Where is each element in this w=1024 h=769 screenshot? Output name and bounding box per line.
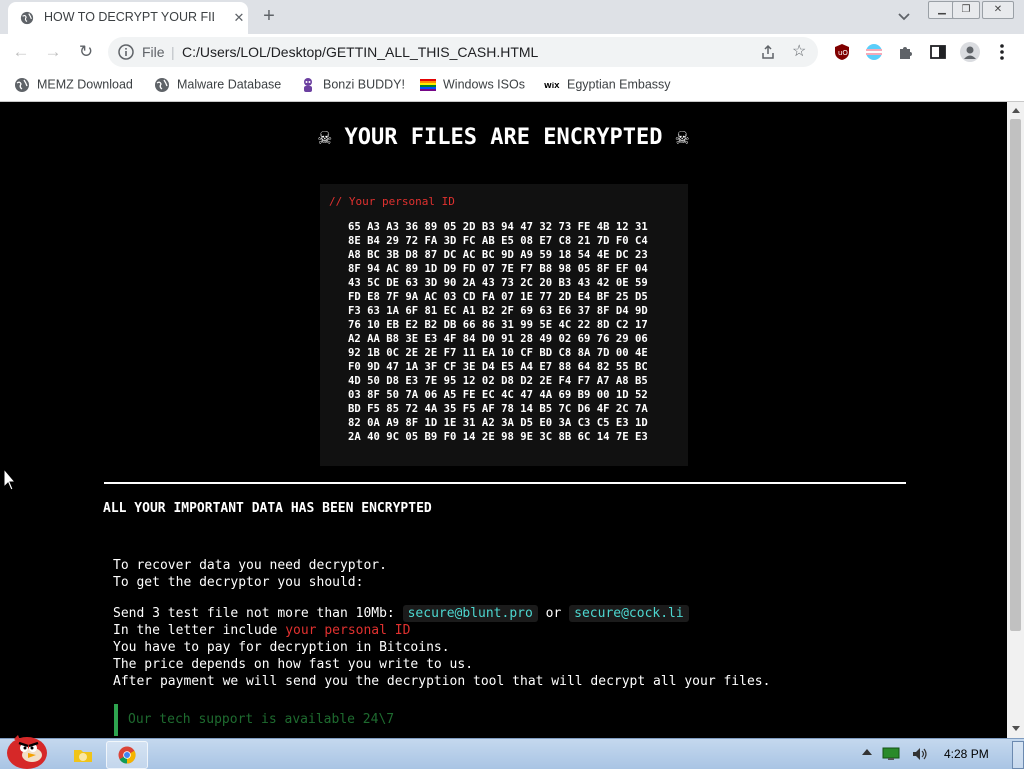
close-window-button[interactable]: ✕: [982, 1, 1014, 19]
extension-flag-icon[interactable]: [865, 43, 883, 61]
bookmark-windows-isos[interactable]: Windows ISOs: [420, 77, 525, 93]
globe-icon: [20, 11, 34, 25]
bookmark-label: Malware Database: [177, 77, 282, 92]
or-text: or: [545, 606, 562, 621]
scroll-down-arrow-icon[interactable]: [1012, 726, 1020, 731]
mouse-cursor-icon: [3, 468, 17, 491]
ublock-icon[interactable]: uO: [833, 43, 851, 61]
page-title: ☠ YOUR FILES ARE ENCRYPTED ☠: [318, 125, 689, 150]
menu-kebab-icon[interactable]: [994, 43, 1010, 61]
scroll-up-arrow-icon[interactable]: [1012, 108, 1020, 113]
bookmarks-bar: MEMZ Download Malware Database Bonzi BUD…: [0, 70, 1024, 100]
support-accent-bar: [114, 704, 118, 736]
bookmark-label: MEMZ Download: [37, 77, 133, 92]
volume-icon[interactable]: [912, 747, 928, 761]
svg-text:uO: uO: [838, 49, 848, 57]
bookmark-label: Egyptian Embassy: [567, 77, 671, 92]
address-bar[interactable]: File | C:/Users/LOL/Desktop/GETTIN_ALL_T…: [108, 37, 818, 67]
toolbar: ← → ↻ File | C:/Users/LOL/Desktop/GETTIN…: [0, 34, 1024, 70]
vertical-scrollbar[interactable]: [1007, 102, 1024, 738]
wix-icon: WiX: [544, 82, 560, 90]
include-instruction: In the letter include your personal ID: [113, 623, 410, 638]
close-tab-icon[interactable]: ✕: [230, 9, 248, 27]
scrollbar-thumb[interactable]: [1010, 119, 1021, 631]
email-link-blunt[interactable]: secure@blunt.pro: [402, 605, 538, 622]
support-text: Our tech support is available 24\7: [128, 712, 395, 727]
personal-id-hex: 65 A3 A3 36 89 05 2D B3 94 47 32 73 FE 4…: [348, 221, 648, 443]
maximize-button[interactable]: ❐: [952, 1, 980, 19]
taskbar-chrome[interactable]: [106, 741, 148, 769]
instruction-line: You have to pay for decryption in Bitcoi…: [113, 640, 450, 655]
taskbar: 4:28 PM: [0, 735, 1024, 769]
bookmark-memz[interactable]: MEMZ Download: [14, 77, 133, 93]
new-tab-button[interactable]: +: [258, 5, 280, 27]
divider: [104, 482, 906, 484]
include-highlight: your personal ID: [285, 623, 411, 638]
back-button[interactable]: ←: [10, 41, 32, 63]
browser-chrome: HOW TO DECRYPT YOUR FILE ✕ + ▁ ❐ ✕ ← → ↻…: [0, 0, 1024, 102]
send-prefix: Send 3 test file not more than 10Mb:: [113, 606, 395, 621]
side-panel-icon[interactable]: [929, 43, 947, 61]
bookmark-label: Windows ISOs: [443, 77, 525, 92]
start-button-angry-bird-icon[interactable]: [4, 731, 50, 769]
send-instruction: Send 3 test file not more than 10Mb: sec…: [113, 605, 689, 622]
bookmark-bonzi-buddy[interactable]: Bonzi BUDDY!: [300, 77, 405, 93]
instruction-line: To get the decryptor you should:: [113, 575, 364, 590]
info-icon[interactable]: [118, 44, 134, 60]
chrome-icon: [118, 746, 136, 764]
personal-id-box: // Your personal ID 65 A3 A3 36 89 05 2D…: [320, 184, 688, 466]
email-link-cock[interactable]: secure@cock.li: [569, 605, 689, 622]
folder-icon: [74, 750, 92, 762]
personal-id-comment: // Your personal ID: [329, 195, 455, 208]
show-desktop-button[interactable]: [1012, 741, 1024, 769]
tab-title: HOW TO DECRYPT YOUR FILE: [44, 10, 214, 24]
rainbow-flag-icon: [420, 79, 436, 91]
bonzi-icon: [304, 78, 312, 92]
show-hidden-icons-icon[interactable]: [862, 749, 872, 755]
globe-icon: [15, 78, 29, 92]
section-heading: ALL YOUR IMPORTANT DATA HAS BEEN ENCRYPT…: [103, 501, 432, 516]
puzzle-icon[interactable]: [897, 43, 915, 61]
network-icon[interactable]: [882, 747, 900, 761]
tab-active[interactable]: HOW TO DECRYPT YOUR FILE ✕: [8, 2, 248, 34]
share-icon[interactable]: [760, 44, 776, 60]
reload-button[interactable]: ↻: [75, 41, 97, 63]
address-separator: |: [171, 44, 175, 60]
taskbar-explorer[interactable]: [62, 741, 104, 769]
instruction-line: To recover data you need decryptor.: [113, 558, 387, 573]
bookmark-egyptian-embassy[interactable]: WiX Egyptian Embassy: [544, 77, 671, 93]
address-protocol: File: [142, 44, 165, 60]
address-url[interactable]: C:/Users/LOL/Desktop/GETTIN_ALL_THIS_CAS…: [182, 44, 538, 60]
include-prefix: In the letter include: [113, 623, 278, 638]
forward-button[interactable]: →: [42, 41, 64, 63]
bookmark-malware-database[interactable]: Malware Database: [154, 77, 281, 93]
svg-text:WiX: WiX: [544, 82, 560, 90]
bookmark-star-icon[interactable]: ☆: [792, 41, 806, 61]
tab-strip: HOW TO DECRYPT YOUR FILE ✕ + ▁ ❐ ✕: [0, 0, 1024, 34]
instruction-line: After payment we will send you the decry…: [113, 674, 771, 689]
globe-icon: [155, 78, 169, 92]
profile-avatar-icon[interactable]: [960, 42, 980, 62]
ransom-page: ☠ YOUR FILES ARE ENCRYPTED ☠ // Your per…: [0, 102, 1007, 738]
bookmark-label: Bonzi BUDDY!: [323, 77, 405, 92]
instruction-line: The price depends on how fast you write …: [113, 657, 474, 672]
chevron-down-icon[interactable]: [894, 6, 914, 26]
clock[interactable]: 4:28 PM: [944, 747, 989, 761]
